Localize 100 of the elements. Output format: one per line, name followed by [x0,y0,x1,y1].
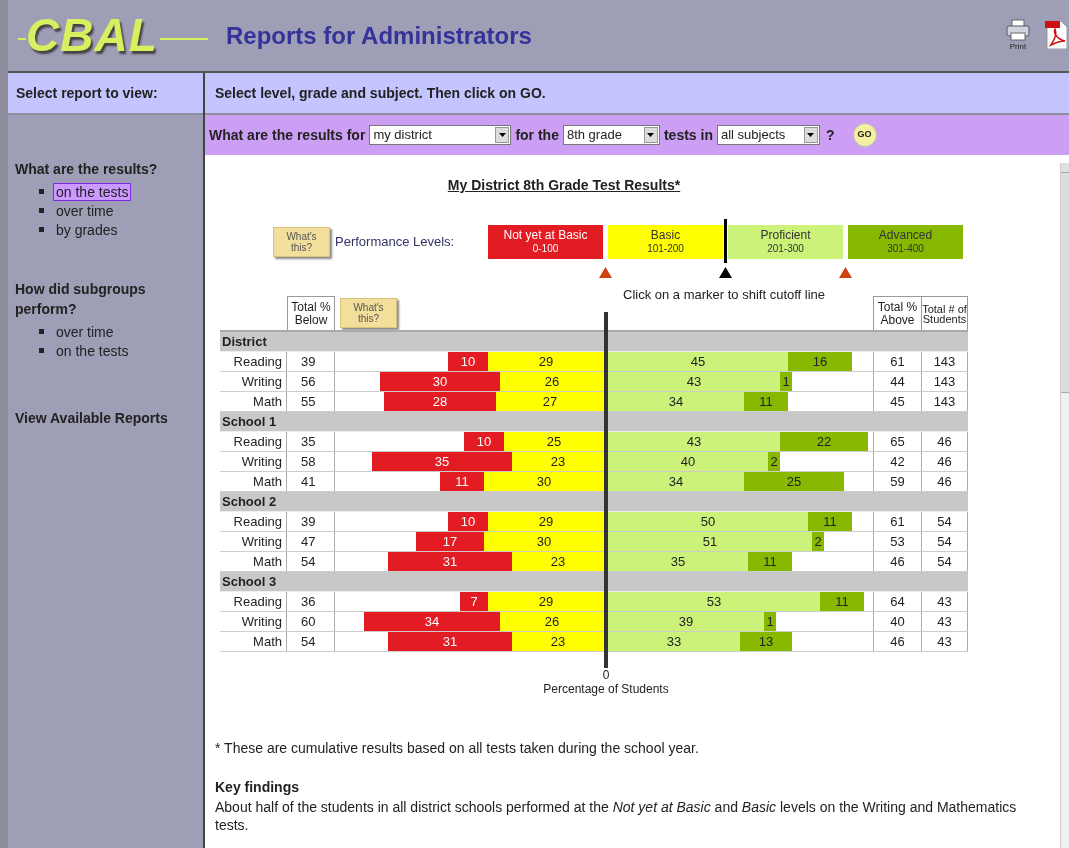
table-cell: 143 [922,372,968,391]
table-cell: Writing [220,452,287,471]
scrollbar[interactable] [1060,163,1069,848]
table-cell: 58 [287,452,335,471]
bar-segment: 26 [500,612,604,631]
bar-segment: 29 [488,512,604,531]
table-cell: Reading [220,432,287,451]
bar-segment: 25 [504,432,604,451]
sidebar-link[interactable]: over time [53,201,117,220]
table-cell: 143 [922,352,968,371]
pdf-icon[interactable] [1045,18,1067,49]
bar-segment: 30 [380,372,500,391]
table-cell: 46 [873,632,922,651]
marker-triangle-icon[interactable] [599,267,612,278]
axis-label: Percentage of Students [543,682,669,696]
level-legend-box: Not yet at Basic 0-100 [488,225,603,259]
table-cell: 54 [287,632,335,651]
instruction-text: Select level, grade and subject. Then click on GO. [215,83,546,103]
bar-segment: 16 [788,352,852,371]
bar-segment: 2 [812,532,824,551]
bar-segment: 1 [780,372,792,391]
bar-segment: 22 [780,432,868,451]
table-cell: 40 [873,612,922,631]
whats-this-button[interactable]: What's this? [273,227,330,257]
table-cell: Writing [220,532,287,551]
table-cell: 42 [873,452,922,471]
print-button[interactable]: Print [1005,18,1031,53]
table-cell: 46 [873,552,922,571]
bar-segment: 27 [496,392,604,411]
column-header: Total % Below [287,296,335,330]
table-cell: 43 [922,632,968,651]
table-cell: Writing [220,612,287,631]
table-cell: 43 [922,612,968,631]
query-label: tests in [663,125,713,145]
sidebar-link[interactable]: by grades [53,220,121,239]
table-cell: 39 [287,512,335,531]
table-cell: Reading [220,352,287,371]
bar-segment: 43 [608,432,780,451]
section-heading: What are the results? [15,160,159,179]
table-cell: Reading [220,592,287,611]
sidebar-link[interactable]: on the tests [53,341,132,360]
bar-segment: 25 [744,472,844,491]
table-cell: 54 [922,552,968,571]
table-cell: 65 [873,432,922,451]
whats-this-button[interactable]: What's this? [340,298,397,328]
level-legend-box: Proficient 201-300 [728,225,843,259]
table-cell: Math [220,552,287,571]
table-cell: 61 [873,352,922,371]
bar-segment: 34 [608,392,744,411]
bar-segment: 51 [608,532,812,551]
table-cell: 46 [922,472,968,491]
sidebar-link[interactable]: View Available Reports [15,408,203,429]
table-cell: 46 [922,432,968,451]
findings-text: About half of the students in all district schools performed at the Not yet at Basic and Basic levels on the Writing and Mathematics tests. [215,798,1018,834]
table-cell: 54 [922,512,968,531]
table-cell: 53 [873,532,922,551]
table-cell: 45 [873,392,922,411]
table-cell: Math [220,632,287,651]
marker-triangle-icon[interactable] [839,267,852,278]
dropdown-field[interactable]: my district [369,125,512,145]
bar-segment: 45 [608,352,788,371]
bar-segment: 30 [484,472,604,491]
bar-segment: 23 [512,452,604,471]
dropdown-field[interactable]: 8th grade [562,125,660,145]
footnote: * These are cumulative results based on all tests taken during the school year. [215,739,700,758]
bar-segment: 10 [448,352,488,371]
bullet-icon [39,227,44,232]
table-cell: 46 [922,452,968,471]
table-cell: 36 [287,592,335,611]
table-cell: 64 [873,592,922,611]
bar-segment: 2 [768,452,780,471]
bar-segment: 23 [512,552,604,571]
bar-segment: 26 [500,372,604,391]
query-label: ? [825,125,835,145]
table-cell: Reading [220,512,287,531]
bullet-icon [39,348,44,353]
bar-segment: 7 [460,592,488,611]
bullet-icon [39,329,44,334]
marker-triangle-icon[interactable] [719,267,732,278]
go-button[interactable]: GO [852,123,877,147]
table-cell: 55 [287,392,335,411]
bar-segment: 34 [608,472,744,491]
table-cell: 59 [873,472,922,491]
sidebar-heading: Select report to view: [16,83,158,103]
table-cell: 44 [873,372,922,391]
bullet-icon [39,208,44,213]
level-legend-box: Advanced 301-400 [848,225,963,259]
section-heading: How did subgroups perform? [15,280,147,319]
dropdown-field[interactable]: all subjects [716,125,820,145]
legend-label: Performance Levels: [335,233,456,252]
report-title: My District 8th Grade Test Results* [447,176,681,195]
bar-segment: 50 [608,512,808,531]
table-cell: 56 [287,372,335,391]
logo: CBAL [26,8,158,63]
sidebar-link[interactable]: on the tests [53,182,132,201]
cutoff-line [724,219,727,263]
bar-segment: 53 [608,592,820,611]
sidebar-link[interactable]: over time [53,322,117,341]
table-cell: Writing [220,372,287,391]
table-cell: 60 [287,612,335,631]
